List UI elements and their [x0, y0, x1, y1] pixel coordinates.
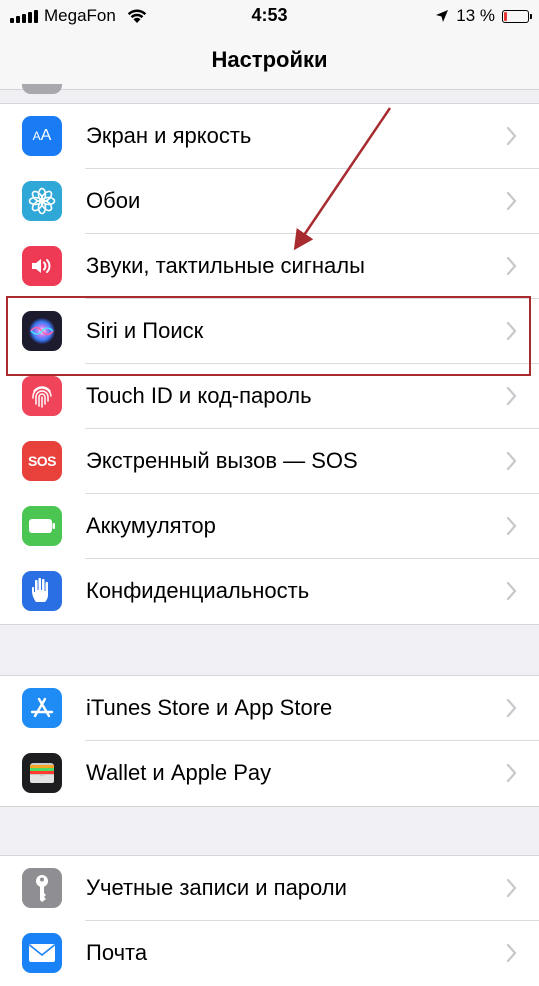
sos-icon: SOS — [22, 441, 62, 481]
row-label: Учетные записи и пароли — [86, 875, 347, 900]
chevron-right-icon — [506, 451, 517, 471]
settings-group-stores: iTunes Store и App Store Wallet и Apple … — [0, 675, 539, 807]
status-bar: MegaFon 4:53 13 % — [0, 0, 539, 32]
hand-icon — [22, 571, 62, 611]
settings-row-privacy[interactable]: Конфиденциальность — [0, 559, 539, 624]
chevron-right-icon — [506, 386, 517, 406]
settings-row-display[interactable]: AA Экран и яркость — [0, 104, 539, 169]
chevron-right-icon — [506, 256, 517, 276]
chevron-right-icon — [506, 516, 517, 536]
row-label: Обои — [86, 188, 141, 213]
row-label: iTunes Store и App Store — [86, 695, 333, 720]
fingerprint-icon — [22, 376, 62, 416]
settings-row-app-store[interactable]: iTunes Store и App Store — [0, 676, 539, 741]
battery-icon — [22, 506, 62, 546]
settings-group-accounts: Учетные записи и пароли Почта — [0, 855, 539, 986]
settings-row-mail[interactable]: Почта — [0, 921, 539, 986]
settings-row-wallet[interactable]: Wallet и Apple Pay — [0, 741, 539, 806]
sos-icon-text: SOS — [27, 453, 57, 469]
chevron-right-icon — [506, 191, 517, 211]
row-label: Аккумулятор — [86, 513, 216, 538]
speaker-icon — [22, 246, 62, 286]
battery-icon — [502, 9, 532, 23]
settings-row-emergency-sos[interactable]: SOS Экстренный вызов — SOS — [0, 429, 539, 494]
chevron-right-icon — [506, 763, 517, 783]
row-label: Экстренный вызов — SOS — [86, 448, 358, 473]
chevron-right-icon — [506, 581, 517, 601]
page-title: Настройки — [211, 47, 328, 72]
chevron-right-icon — [506, 878, 517, 898]
wallet-icon — [22, 753, 62, 793]
settings-row-wallpaper[interactable]: Обои — [0, 169, 539, 234]
mail-icon — [22, 933, 62, 973]
display-brightness-icon: AA — [22, 116, 62, 156]
scrolled-icon-peek — [22, 84, 62, 94]
settings-row-battery[interactable]: Аккумулятор — [0, 494, 539, 559]
highlight-box-siri — [6, 296, 531, 376]
chevron-right-icon — [506, 126, 517, 146]
app-store-icon — [22, 688, 62, 728]
row-label: Touch ID и код-пароль — [86, 383, 312, 408]
settings-row-sounds[interactable]: Звуки, тактильные сигналы — [0, 234, 539, 299]
battery-level — [504, 11, 507, 21]
row-label: Wallet и Apple Pay — [86, 760, 272, 785]
row-label: Звуки, тактильные сигналы — [86, 253, 365, 278]
chevron-right-icon — [506, 698, 517, 718]
row-label: Экран и яркость — [86, 123, 252, 148]
location-arrow-icon — [436, 10, 449, 22]
row-label: Почта — [86, 940, 148, 965]
battery-percent: 13 % — [456, 6, 495, 25]
wallpaper-flower-icon — [22, 181, 62, 221]
key-icon — [22, 868, 62, 908]
row-label: Конфиденциальность — [86, 578, 310, 603]
navigation-bar: Настройки — [0, 32, 539, 90]
settings-row-accounts-passwords[interactable]: Учетные записи и пароли — [0, 856, 539, 921]
status-right: 13 % — [435, 6, 532, 26]
chevron-right-icon — [506, 943, 517, 963]
